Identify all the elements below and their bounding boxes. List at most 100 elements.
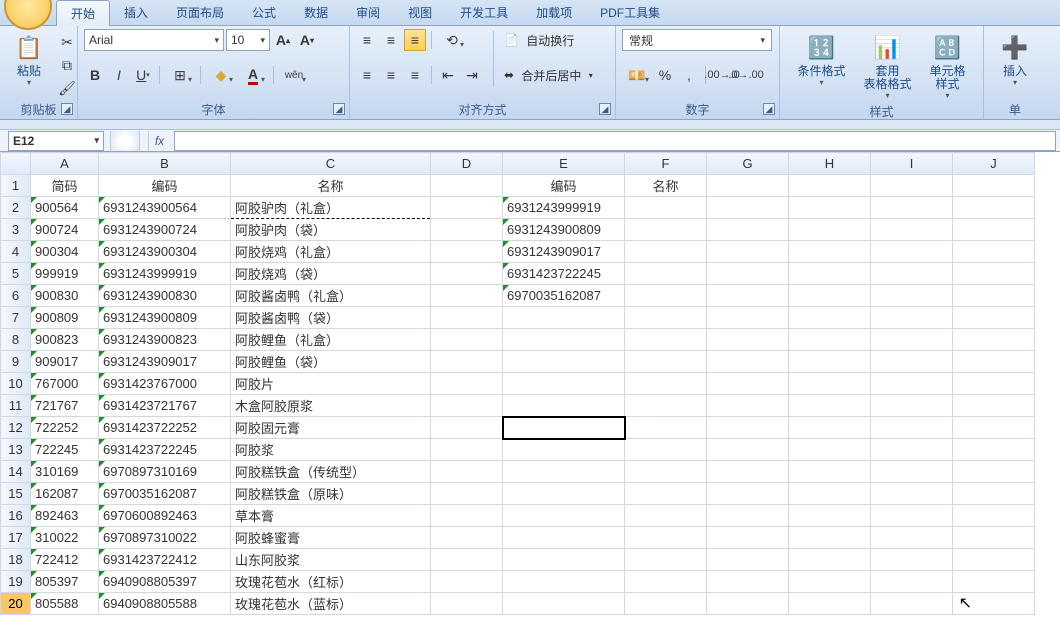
row-header-18[interactable]: 18 [1, 549, 31, 571]
cell-I2[interactable] [871, 197, 953, 219]
cell-A15[interactable]: 162087 [31, 483, 99, 505]
cell-D13[interactable] [431, 439, 503, 461]
cell-F18[interactable] [625, 549, 707, 571]
cell-C9[interactable]: 阿胶鲤鱼（袋） [231, 351, 431, 373]
insert-cells-button[interactable]: ➕ 插入▾ [992, 29, 1038, 90]
cell-D16[interactable] [431, 505, 503, 527]
cell-H2[interactable] [789, 197, 871, 219]
ribbon-tab-7[interactable]: 开发工具 [446, 0, 522, 25]
cell-A1[interactable]: 简码 [31, 175, 99, 197]
cell-I7[interactable] [871, 307, 953, 329]
cell-D17[interactable] [431, 527, 503, 549]
cell-H17[interactable] [789, 527, 871, 549]
row-header-3[interactable]: 3 [1, 219, 31, 241]
merge-center-button[interactable]: ⬌ 合并后居中 ▾ [504, 64, 593, 86]
cell-I13[interactable] [871, 439, 953, 461]
cell-G19[interactable] [707, 571, 789, 593]
col-header-H[interactable]: H [789, 153, 871, 175]
cell-B1[interactable]: 编码 [99, 175, 231, 197]
cell-E12[interactable] [503, 417, 625, 439]
col-header-A[interactable]: A [31, 153, 99, 175]
cell-A17[interactable]: 310022 [31, 527, 99, 549]
row-header-17[interactable]: 17 [1, 527, 31, 549]
cell-J6[interactable] [953, 285, 1035, 307]
cell-D7[interactable] [431, 307, 503, 329]
cell-F3[interactable] [625, 219, 707, 241]
cell-E11[interactable] [503, 395, 625, 417]
cell-E19[interactable] [503, 571, 625, 593]
ribbon-tab-4[interactable]: 数据 [290, 0, 342, 25]
cell-H16[interactable] [789, 505, 871, 527]
cell-C11[interactable]: 木盒阿胶原浆 [231, 395, 431, 417]
cell-F2[interactable] [625, 197, 707, 219]
cell-H11[interactable] [789, 395, 871, 417]
cell-D15[interactable] [431, 483, 503, 505]
cell-J14[interactable] [953, 461, 1035, 483]
ribbon-tab-9[interactable]: PDF工具集 [586, 0, 674, 25]
col-header-B[interactable]: B [99, 153, 231, 175]
cell-D11[interactable] [431, 395, 503, 417]
cell-A5[interactable]: 999919 [31, 263, 99, 285]
align-bottom-button[interactable]: ≡ [404, 29, 426, 51]
cell-D2[interactable] [431, 197, 503, 219]
cell-H18[interactable] [789, 549, 871, 571]
cell-E1[interactable]: 编码 [503, 175, 625, 197]
cell-A10[interactable]: 767000 [31, 373, 99, 395]
cell-G2[interactable] [707, 197, 789, 219]
cell-C18[interactable]: 山东阿胶浆 [231, 549, 431, 571]
align-left-button[interactable]: ≡ [356, 64, 378, 86]
cell-F5[interactable] [625, 263, 707, 285]
col-header-I[interactable]: I [871, 153, 953, 175]
cell-C14[interactable]: 阿胶糕铁盒（传统型） [231, 461, 431, 483]
cell-A18[interactable]: 722412 [31, 549, 99, 571]
cell-E14[interactable] [503, 461, 625, 483]
bold-button[interactable]: B [84, 64, 106, 86]
cell-D19[interactable] [431, 571, 503, 593]
cell-D5[interactable] [431, 263, 503, 285]
cell-A7[interactable]: 900809 [31, 307, 99, 329]
cell-J11[interactable] [953, 395, 1035, 417]
fill-color-button[interactable]: ◆ [206, 64, 236, 86]
phonetic-button[interactable]: wên [279, 64, 309, 86]
cell-I8[interactable] [871, 329, 953, 351]
cell-E17[interactable] [503, 527, 625, 549]
cell-F14[interactable] [625, 461, 707, 483]
row-header-2[interactable]: 2 [1, 197, 31, 219]
cut-button[interactable]: ✂ [56, 31, 78, 53]
cell-G14[interactable] [707, 461, 789, 483]
cell-I16[interactable] [871, 505, 953, 527]
cell-H6[interactable] [789, 285, 871, 307]
col-header-F[interactable]: F [625, 153, 707, 175]
align-right-button[interactable]: ≡ [404, 64, 426, 86]
cell-I18[interactable] [871, 549, 953, 571]
cell-A8[interactable]: 900823 [31, 329, 99, 351]
cell-H7[interactable] [789, 307, 871, 329]
cell-G17[interactable] [707, 527, 789, 549]
cell-H9[interactable] [789, 351, 871, 373]
row-header-20[interactable]: 20 [1, 593, 31, 615]
cell-B16[interactable]: 6970600892463 [99, 505, 231, 527]
cell-G4[interactable] [707, 241, 789, 263]
cell-I6[interactable] [871, 285, 953, 307]
number-format-combo[interactable]: 常规▾ [622, 29, 772, 51]
row-header-5[interactable]: 5 [1, 263, 31, 285]
cell-B11[interactable]: 6931423721767 [99, 395, 231, 417]
cell-C13[interactable]: 阿胶浆 [231, 439, 431, 461]
ribbon-tab-0[interactable]: 开始 [56, 0, 110, 26]
cell-B15[interactable]: 6970035162087 [99, 483, 231, 505]
paste-button[interactable]: 📋 粘贴 ▾ [6, 29, 52, 90]
cell-I19[interactable] [871, 571, 953, 593]
grow-font-button[interactable]: A▴ [272, 29, 294, 51]
cell-I15[interactable] [871, 483, 953, 505]
col-header-E[interactable]: E [503, 153, 625, 175]
align-dialog-launcher[interactable]: ◢ [599, 103, 611, 115]
format-as-table-button[interactable]: 📊 套用 表格格式▾ [856, 29, 918, 103]
row-header-1[interactable]: 1 [1, 175, 31, 197]
cell-I1[interactable] [871, 175, 953, 197]
cell-C5[interactable]: 阿胶烧鸡（袋） [231, 263, 431, 285]
cell-C12[interactable]: 阿胶固元膏 [231, 417, 431, 439]
font-color-button[interactable]: A [238, 64, 268, 86]
cell-B8[interactable]: 6931243900823 [99, 329, 231, 351]
cell-J7[interactable] [953, 307, 1035, 329]
col-header-C[interactable]: C [231, 153, 431, 175]
